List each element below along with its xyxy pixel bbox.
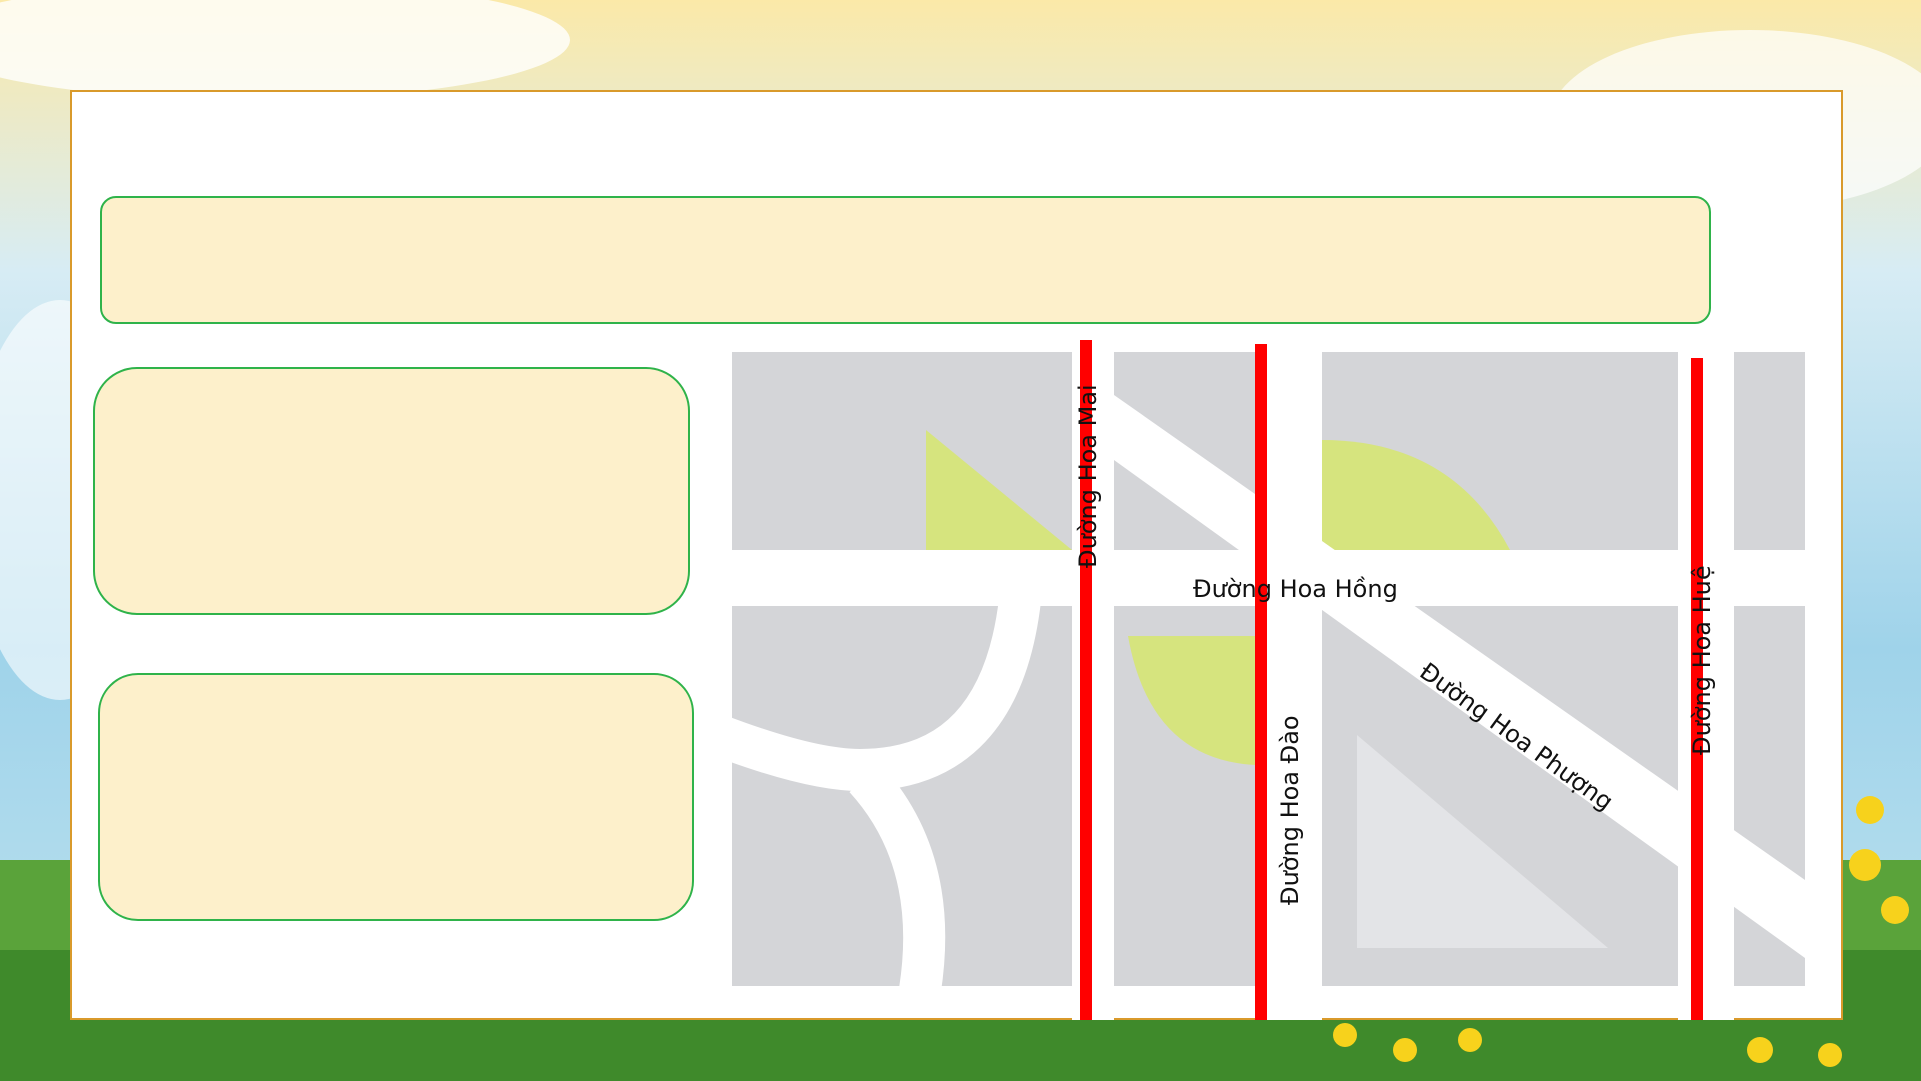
info-box-top <box>93 367 690 615</box>
label-hoa-dao: Đường Hoa Đào <box>1276 715 1304 905</box>
street-map: Đường Hoa Hồng Đường Hoa Phượng Đường Ho… <box>700 340 1810 1020</box>
highlight-hoa-dao <box>1255 344 1267 1020</box>
label-hoa-mai: Đường Hoa Mai <box>1074 384 1102 568</box>
road-vertical-2 <box>1266 352 1322 1020</box>
label-hoa-hong: Đường Hoa Hồng <box>1193 575 1398 603</box>
title-box <box>100 196 1711 324</box>
label-hoa-hue: Đường Hoa Huệ <box>1688 565 1716 755</box>
info-box-bottom <box>98 673 694 921</box>
